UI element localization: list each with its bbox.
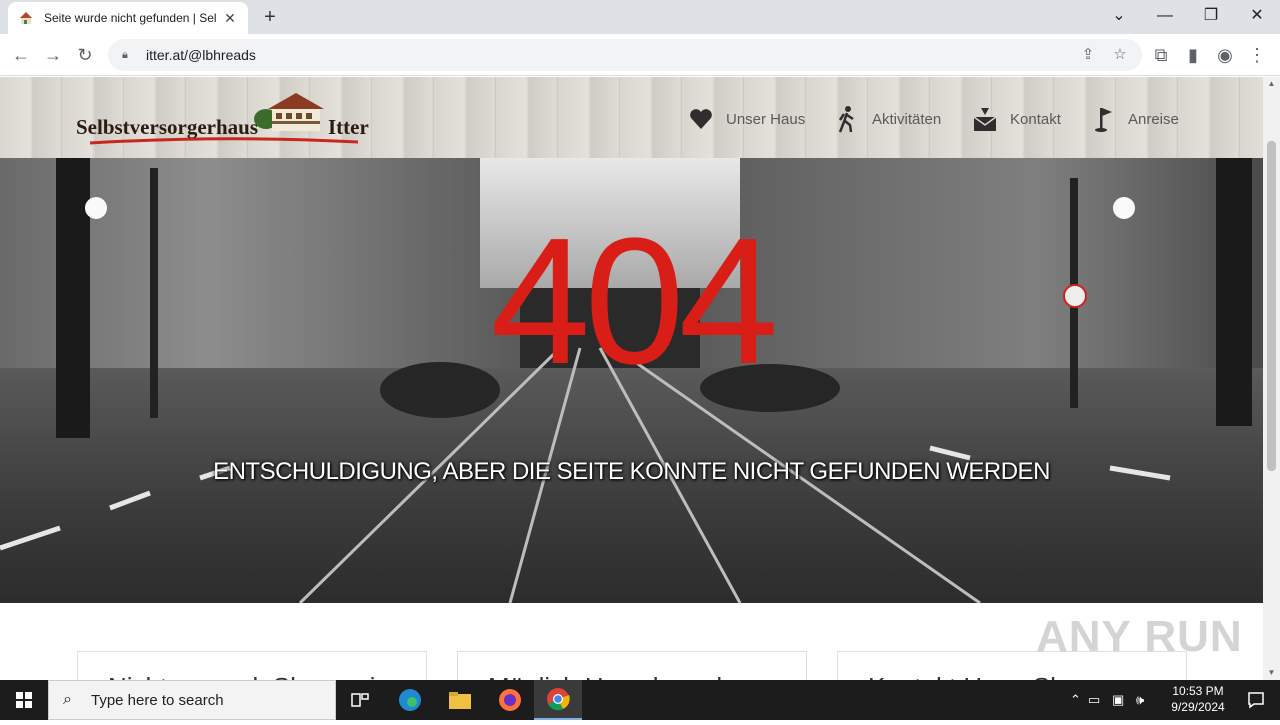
card-title: Nicht ganz ok Shang ei (78, 652, 426, 680)
volume-icon[interactable]: 🕪︎ (1136, 692, 1160, 708)
firefox-app-button[interactable] (486, 680, 534, 720)
browser-toolbar: ← → ↻ 🔒︎ itter.at/@lbhreads ⇪ ☆ ⧉ ▮ ◉ ⋮ (0, 34, 1280, 76)
site-header: Selbstversorgerhaus Itter Unser Haus Akt… (0, 77, 1263, 158)
minimize-button[interactable]: — (1142, 4, 1188, 30)
flag-icon (1095, 108, 1112, 132)
edge-app-button[interactable] (386, 680, 434, 720)
tab-title: Seite wurde nicht gefunden | Sel (44, 11, 217, 25)
nav-item-anreise[interactable]: Anreise (1090, 105, 1179, 133)
share-icon[interactable]: ⇪ (1078, 45, 1098, 65)
nav-label: Aktivitäten (872, 110, 942, 128)
anyrun-watermark: ANY RUN (1036, 612, 1243, 661)
task-view-icon (351, 693, 369, 707)
clock-time: 10:53 PM (1172, 684, 1224, 698)
search-placeholder: Type here to search (91, 691, 224, 709)
browser-tab[interactable]: Seite wurde nicht gefunden | Sel ✕ (8, 2, 248, 34)
close-window-button[interactable]: ✕ (1234, 4, 1280, 30)
nav-item-unser-haus[interactable]: Unser Haus (688, 105, 805, 133)
card-title: Möglich Haus kemal (458, 652, 806, 680)
tab-search-chevron-icon[interactable]: ⌄ (1096, 4, 1142, 30)
house-logo-icon (254, 93, 324, 131)
side-panel-icon[interactable]: ▮ (1180, 42, 1206, 68)
card[interactable]: Möglich Haus kemal (457, 651, 807, 680)
notifications-button[interactable] (1232, 680, 1280, 720)
restore-button[interactable]: ❐ (1188, 4, 1234, 30)
scroll-up-arrow-icon[interactable]: ▲ (1263, 77, 1280, 91)
heart-icon (690, 109, 712, 129)
chrome-app-button[interactable] (534, 680, 582, 720)
nav-label: Unser Haus (726, 110, 806, 128)
windows-taskbar: ⌕ Type here to search ⌃ ▭ ▣ 🕪︎ 10:53 PM … (0, 680, 1280, 720)
tray-chevron-up-icon[interactable]: ⌃ (1070, 692, 1088, 708)
card[interactable]: Nicht ganz ok Shang ei (77, 651, 427, 680)
start-button[interactable] (0, 680, 48, 720)
hero-banner: 404 ENTSCHULDIGUNG, ABER DIE SEITE KONNT… (0, 158, 1263, 603)
extensions-puzzle-icon[interactable]: ⧉ (1148, 42, 1174, 68)
lock-icon[interactable]: 🔒︎ (122, 49, 136, 62)
forward-arrow-icon[interactable]: → (40, 42, 66, 68)
bookmark-star-icon[interactable]: ☆ (1110, 45, 1130, 65)
battery-icon[interactable]: ▭ (1088, 692, 1112, 708)
envelope-icon (973, 108, 997, 131)
error-code: 404 (490, 201, 778, 402)
search-icon: ⌕ (63, 691, 72, 708)
firefox-icon (499, 689, 521, 711)
profile-avatar-icon[interactable]: ◉ (1212, 42, 1238, 68)
scroll-down-arrow-icon[interactable]: ▼ (1263, 666, 1280, 680)
back-arrow-icon[interactable]: ← (8, 42, 34, 68)
nav-item-kontakt[interactable]: Kontakt (972, 105, 1061, 133)
browser-tab-strip: Seite wurde nicht gefunden | Sel ✕ + ⌄ —… (0, 0, 1280, 34)
folder-icon (449, 692, 471, 709)
file-explorer-button[interactable] (436, 680, 484, 720)
menu-kebab-icon[interactable]: ⋮ (1244, 42, 1270, 68)
nav-item-aktivitaeten[interactable]: Aktivitäten (834, 105, 941, 133)
new-tab-button[interactable]: + (258, 6, 282, 30)
task-view-button[interactable] (336, 680, 384, 720)
address-bar[interactable]: 🔒︎ itter.at/@lbhreads ⇪ ☆ (108, 39, 1142, 71)
taskbar-clock[interactable]: 10:53 PM 9/29/2024 (1160, 683, 1236, 715)
close-tab-icon[interactable]: ✕ (222, 10, 238, 27)
clock-date: 9/29/2024 (1171, 700, 1225, 714)
error-message: ENTSCHULDIGUNG, ABER DIE SEITE KONNTE NI… (213, 458, 1050, 485)
edge-icon (399, 689, 421, 711)
site-logo[interactable]: Selbstversorgerhaus Itter (76, 89, 369, 147)
windows-logo-icon (16, 692, 32, 708)
taskbar-search-box[interactable]: ⌕ Type here to search (48, 680, 336, 720)
reload-icon[interactable]: ↻ (72, 42, 98, 68)
page-viewport: Selbstversorgerhaus Itter Unser Haus Akt… (0, 77, 1280, 680)
vertical-scrollbar[interactable]: ▲ ▼ (1263, 77, 1280, 680)
system-tray: ⌃ ▭ ▣ 🕪︎ (1070, 680, 1160, 720)
url-text[interactable]: itter.at/@lbhreads (146, 47, 256, 63)
nav-label: Anreise (1128, 110, 1179, 128)
hiker-icon (838, 106, 854, 133)
network-icon[interactable]: ▣ (1112, 692, 1136, 708)
logo-swoosh-icon (89, 137, 359, 145)
chrome-icon (547, 688, 570, 711)
scrollbar-thumb[interactable] (1267, 141, 1276, 471)
site-favicon-icon (20, 12, 32, 24)
nav-label: Kontakt (1010, 110, 1061, 128)
notification-icon (1248, 692, 1264, 709)
